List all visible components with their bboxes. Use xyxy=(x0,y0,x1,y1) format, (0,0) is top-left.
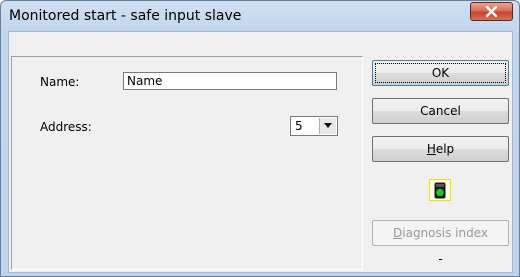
title-bar[interactable]: Monitored start - safe input slave xyxy=(1,1,519,31)
chevron-down-icon xyxy=(324,123,332,128)
help-button[interactable]: Help xyxy=(372,136,509,162)
status-indicator xyxy=(429,179,451,201)
window-title: Monitored start - safe input slave xyxy=(9,8,242,24)
green-led-icon xyxy=(434,182,446,199)
close-button[interactable] xyxy=(470,2,513,21)
name-input[interactable]: Name xyxy=(123,72,337,90)
close-icon xyxy=(486,6,497,17)
address-label: Address: xyxy=(40,120,92,134)
diagnosis-label-rest: iagnosis index xyxy=(402,226,488,240)
diagnosis-value: - xyxy=(438,252,443,266)
diagnosis-mnemonic: D xyxy=(393,226,403,240)
dialog-client-area: Name: Name Address: 5 OK Cancel Help Dia… xyxy=(8,31,513,273)
address-dropdown-button[interactable] xyxy=(319,118,336,134)
address-select[interactable]: 5 xyxy=(290,116,338,136)
name-label: Name: xyxy=(40,75,80,89)
help-label-rest: elp xyxy=(435,142,455,156)
diagnosis-index-button[interactable]: Diagnosis index xyxy=(372,220,509,246)
cancel-button[interactable]: Cancel xyxy=(372,98,509,124)
help-mnemonic: H xyxy=(426,142,436,156)
address-value: 5 xyxy=(295,119,303,133)
dialog-window: Monitored start - safe input slave Name:… xyxy=(0,0,520,277)
ok-button[interactable]: OK xyxy=(372,60,509,86)
